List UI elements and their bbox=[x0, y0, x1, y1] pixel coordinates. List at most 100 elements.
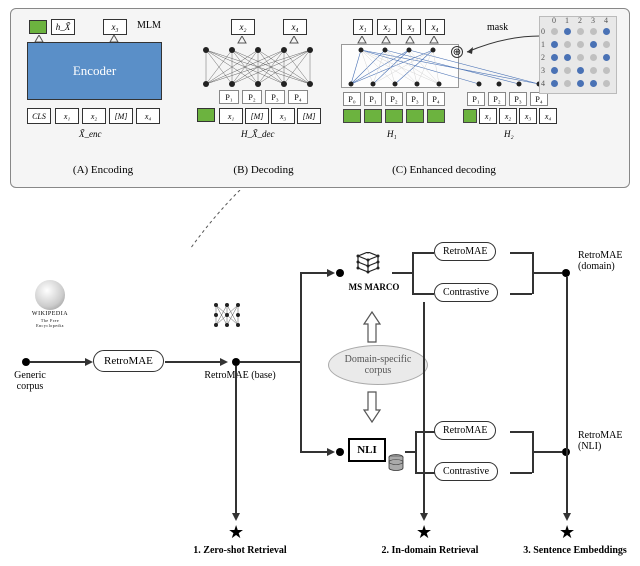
caption-b: (B) Decoding bbox=[191, 164, 336, 176]
mask-cell bbox=[551, 28, 558, 35]
mask-col-label: 4 bbox=[604, 16, 608, 25]
green-h2 bbox=[463, 109, 477, 123]
green-h1-4 bbox=[427, 109, 445, 123]
mask-cell bbox=[564, 80, 571, 87]
pos-h1-p3: P₃ bbox=[406, 92, 424, 106]
node-nli-in bbox=[336, 448, 344, 456]
line-bot-to-contr bbox=[415, 472, 435, 474]
token-mask: [M] bbox=[109, 108, 133, 124]
token-x1: x₁ bbox=[55, 108, 79, 124]
output-cx1: x₁ bbox=[353, 19, 373, 35]
line-top-merge2 bbox=[510, 293, 532, 295]
token-h2-x4: x₄ bbox=[539, 108, 557, 124]
mask-cell bbox=[564, 41, 571, 48]
line-top-merge1 bbox=[510, 252, 532, 254]
database-icon bbox=[388, 454, 404, 472]
line-top-to-contr bbox=[412, 293, 434, 295]
pos-h2-p1: P₁ bbox=[467, 92, 485, 106]
task3-label: 3. Sentence Embeddings bbox=[510, 545, 640, 556]
mask-cell bbox=[564, 67, 571, 74]
pos-h2-p2: P₂ bbox=[488, 92, 506, 106]
token-bm1: [M] bbox=[245, 108, 269, 124]
mask-row-label: 2 bbox=[541, 53, 545, 62]
mask-cell bbox=[564, 54, 571, 61]
line-bot-to-retro bbox=[415, 431, 435, 433]
mask-cell bbox=[590, 80, 597, 87]
node-generic-corpus bbox=[22, 358, 30, 366]
line-vsplit bbox=[300, 272, 302, 452]
msmarco-label: MS MARCO bbox=[344, 282, 404, 292]
green-h1-2 bbox=[385, 109, 403, 123]
star-icon: ★ bbox=[228, 522, 244, 543]
pos-p2: P₂ bbox=[242, 90, 262, 104]
line-bot-merge2 bbox=[510, 472, 532, 474]
top-methods-panel: h_X̃ x₃ MLM Encoder CLS x₁ x₂ [M] x₄ X̃_… bbox=[10, 8, 630, 188]
attention-mask-matrix: 0011223344 bbox=[539, 16, 617, 94]
line-bot-branch bbox=[300, 451, 330, 453]
mask-cell bbox=[577, 67, 584, 74]
green-embed-b bbox=[197, 108, 215, 122]
generic-corpus-label: Generic corpus bbox=[5, 370, 55, 392]
line-top-out bbox=[532, 272, 562, 274]
task2-label: 2. In-domain Retrieval bbox=[370, 545, 490, 556]
line-task3-down bbox=[566, 277, 568, 517]
pos-h2-p4: P₄ bbox=[530, 92, 548, 106]
line-top-branch bbox=[300, 272, 330, 274]
token-bx3: x₃ bbox=[271, 108, 295, 124]
output-x3: x₃ bbox=[103, 19, 127, 35]
section-b-decoding: x₂ x₄ P₁ P₂ P₃ P₄ x₁ [M] x₃ [M] bbox=[191, 14, 336, 159]
contrastive-bot: Contrastive bbox=[434, 462, 498, 481]
mask-cell bbox=[590, 67, 597, 74]
retromae-nli-label: RetroMAE (NLI) bbox=[548, 430, 618, 452]
pos-h1-p1: P₁ bbox=[364, 92, 382, 106]
mask-col-label: 3 bbox=[591, 16, 595, 25]
h1-label: H₁ bbox=[387, 129, 397, 139]
mask-cell bbox=[603, 54, 610, 61]
mask-label: mask bbox=[487, 22, 508, 33]
pos-p3: P₃ bbox=[265, 90, 285, 104]
mask-row-label: 0 bbox=[541, 27, 545, 36]
line-top-to-retro bbox=[412, 252, 434, 254]
pos-p4: P₄ bbox=[288, 90, 308, 104]
section-a-encoding: h_X̃ x₃ MLM Encoder CLS x₁ x₂ [M] x₄ X̃_… bbox=[19, 14, 187, 159]
green-h1-3 bbox=[406, 109, 424, 123]
retromae-finetune-top: RetroMAE bbox=[434, 242, 496, 261]
h2-label: H₂ bbox=[504, 129, 514, 139]
section-c-enhanced-decoding: x₁ x₂ x₃ x₄ bbox=[339, 14, 621, 159]
retromae-domain-label: RetroMAE (domain) bbox=[548, 250, 618, 272]
token-x4: x₄ bbox=[136, 108, 160, 124]
pos-p1: P₁ bbox=[219, 90, 239, 104]
mask-arrow bbox=[465, 34, 545, 54]
mask-cell bbox=[577, 28, 584, 35]
network-icon bbox=[210, 300, 244, 330]
line-bot-split1 bbox=[405, 451, 415, 453]
line-bot-merge1 bbox=[510, 431, 532, 433]
mask-cell bbox=[551, 41, 558, 48]
pos-h1-p0: P₀ bbox=[343, 92, 361, 106]
mask-row-label: 4 bbox=[541, 79, 545, 88]
line-1 bbox=[30, 361, 90, 363]
mask-cell bbox=[577, 41, 584, 48]
output-cx4: x₄ bbox=[425, 19, 445, 35]
hollow-arrow-up-icon bbox=[362, 310, 382, 344]
mask-cell bbox=[590, 54, 597, 61]
mask-cell bbox=[551, 80, 558, 87]
retromae-finetune-bot: RetroMAE bbox=[434, 421, 496, 440]
token-h2-x1: x₁ bbox=[479, 108, 497, 124]
mask-cell bbox=[551, 67, 558, 74]
arrow-right-icon bbox=[220, 356, 230, 368]
xdec-label: H_X̃_dec bbox=[241, 129, 275, 139]
token-cls: CLS bbox=[27, 108, 51, 124]
token-h2-x2: x₂ bbox=[499, 108, 517, 124]
retromae-pretrain-pill: RetroMAE bbox=[93, 350, 164, 372]
mask-cell bbox=[577, 80, 584, 87]
pos-h1-p2: P₂ bbox=[385, 92, 403, 106]
wikipedia-icon: WIKIPEDIA The Free Encyclopedia bbox=[30, 280, 70, 320]
caption-c: (C) Enhanced decoding bbox=[339, 164, 549, 176]
mask-col-label: 2 bbox=[578, 16, 582, 25]
encoder-output-embed bbox=[29, 20, 47, 34]
line-3 bbox=[240, 361, 300, 363]
mask-cell bbox=[590, 41, 597, 48]
encoder-block: Encoder bbox=[27, 42, 162, 100]
pos-h1-p4: P₄ bbox=[427, 92, 445, 106]
